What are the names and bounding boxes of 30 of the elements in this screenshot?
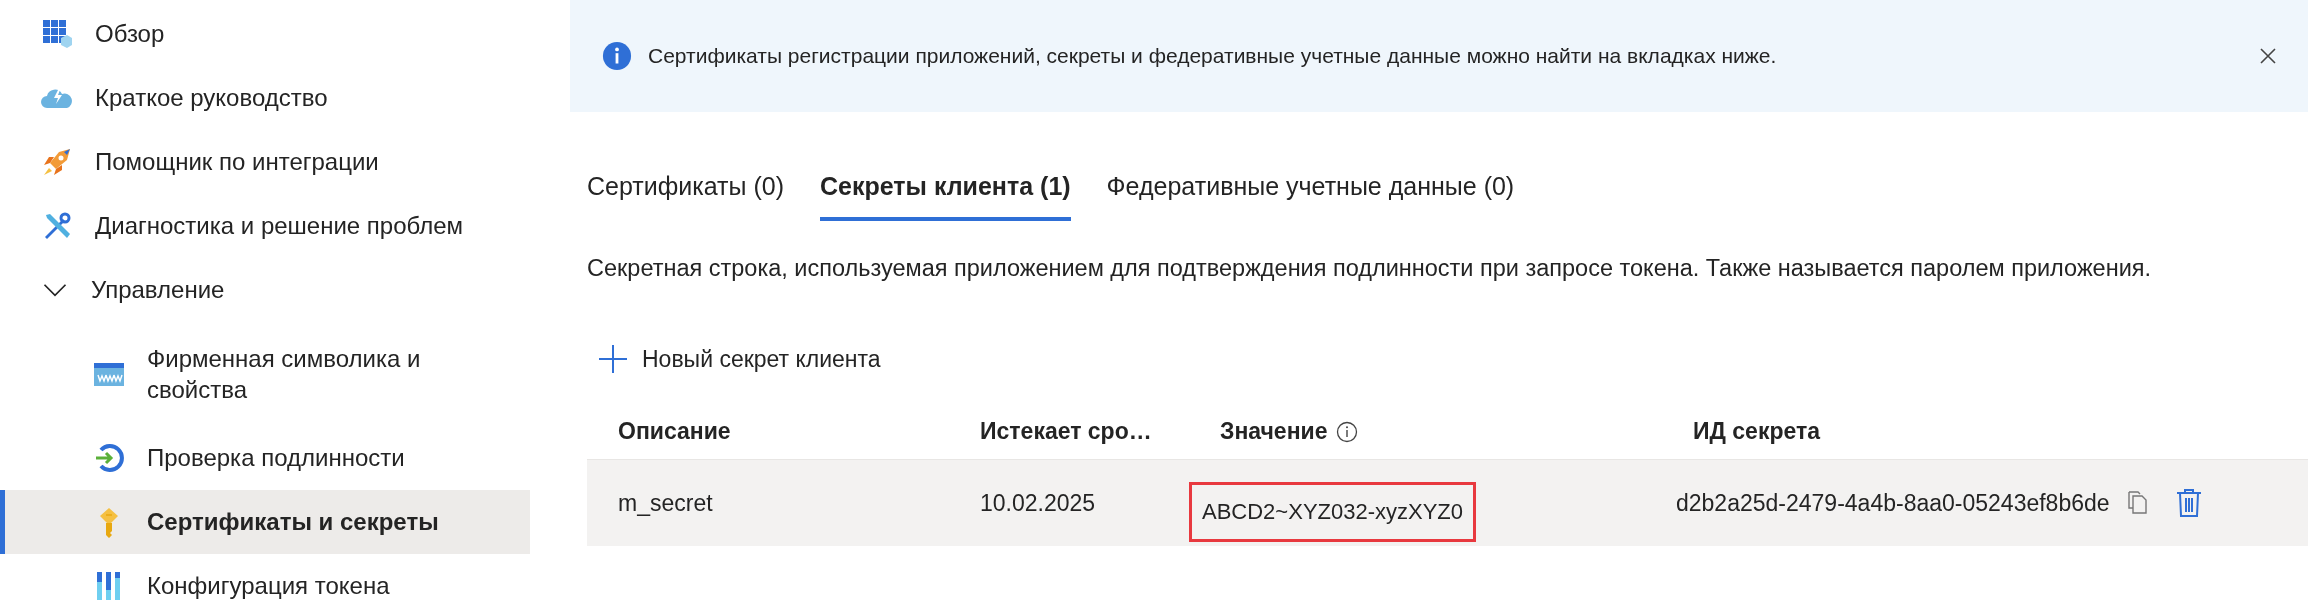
banner-text: Сертификаты регистрации приложений, секреты и федеративные учетные данные можно найти на вкладках ниже. [648,44,1778,68]
sidebar-item[interactable]: Помощник по интеграции [0,130,530,194]
info-icon[interactable] [1335,420,1358,443]
tab[interactable]: Сертификаты (0) [587,162,785,221]
grid-icon [41,18,73,50]
table-cell-text: m_secret [617,489,714,517]
sidebar-item[interactable]: Краткое руководство [0,66,530,130]
rocket-icon [41,146,73,178]
sidebar-item[interactable]: Проверка подлинности [0,426,530,490]
tab[interactable]: Секреты клиента (1) [820,162,1071,221]
sidebar-item[interactable]: Фирменная символика и свойства [0,322,530,426]
sidebar-item[interactable]: Обзор [0,2,530,66]
new-secret-button[interactable]: Новый секрет клиента [594,340,885,378]
close-icon [2258,46,2278,66]
table-cell-text: 10.02.2025 [979,489,1097,517]
sign-in-icon [93,442,125,474]
plus-icon [598,344,628,374]
column-header: Значение [1220,418,1328,445]
sidebar-item[interactable]: Управление [0,258,530,322]
column-header: ИД секрета [1693,418,1820,445]
sidebar-item[interactable]: Диагностика и решение проблем [0,194,530,258]
description-text: Секретная строка, используемая приложением для подтверждения подлинности при запросе токена. Также называется паролем приложения. [586,255,2153,282]
column-header: Истекает сро… [980,418,1152,445]
column-header: Описание [618,418,731,445]
sidebar-item[interactable]: Конфигурация токена [0,554,530,610]
tab[interactable]: Федеративные учетные данные (0) [1106,162,1515,221]
sidebar-item[interactable]: Сертификаты и секреты [0,490,530,554]
secret-value: ABCD2~XYZ032-xyzXYZ0 [1189,482,1477,542]
table-cell: d2b2a25d-2479-4a4b-8aa0-05243ef8b6de [1676,489,2110,517]
info-icon [602,41,632,71]
